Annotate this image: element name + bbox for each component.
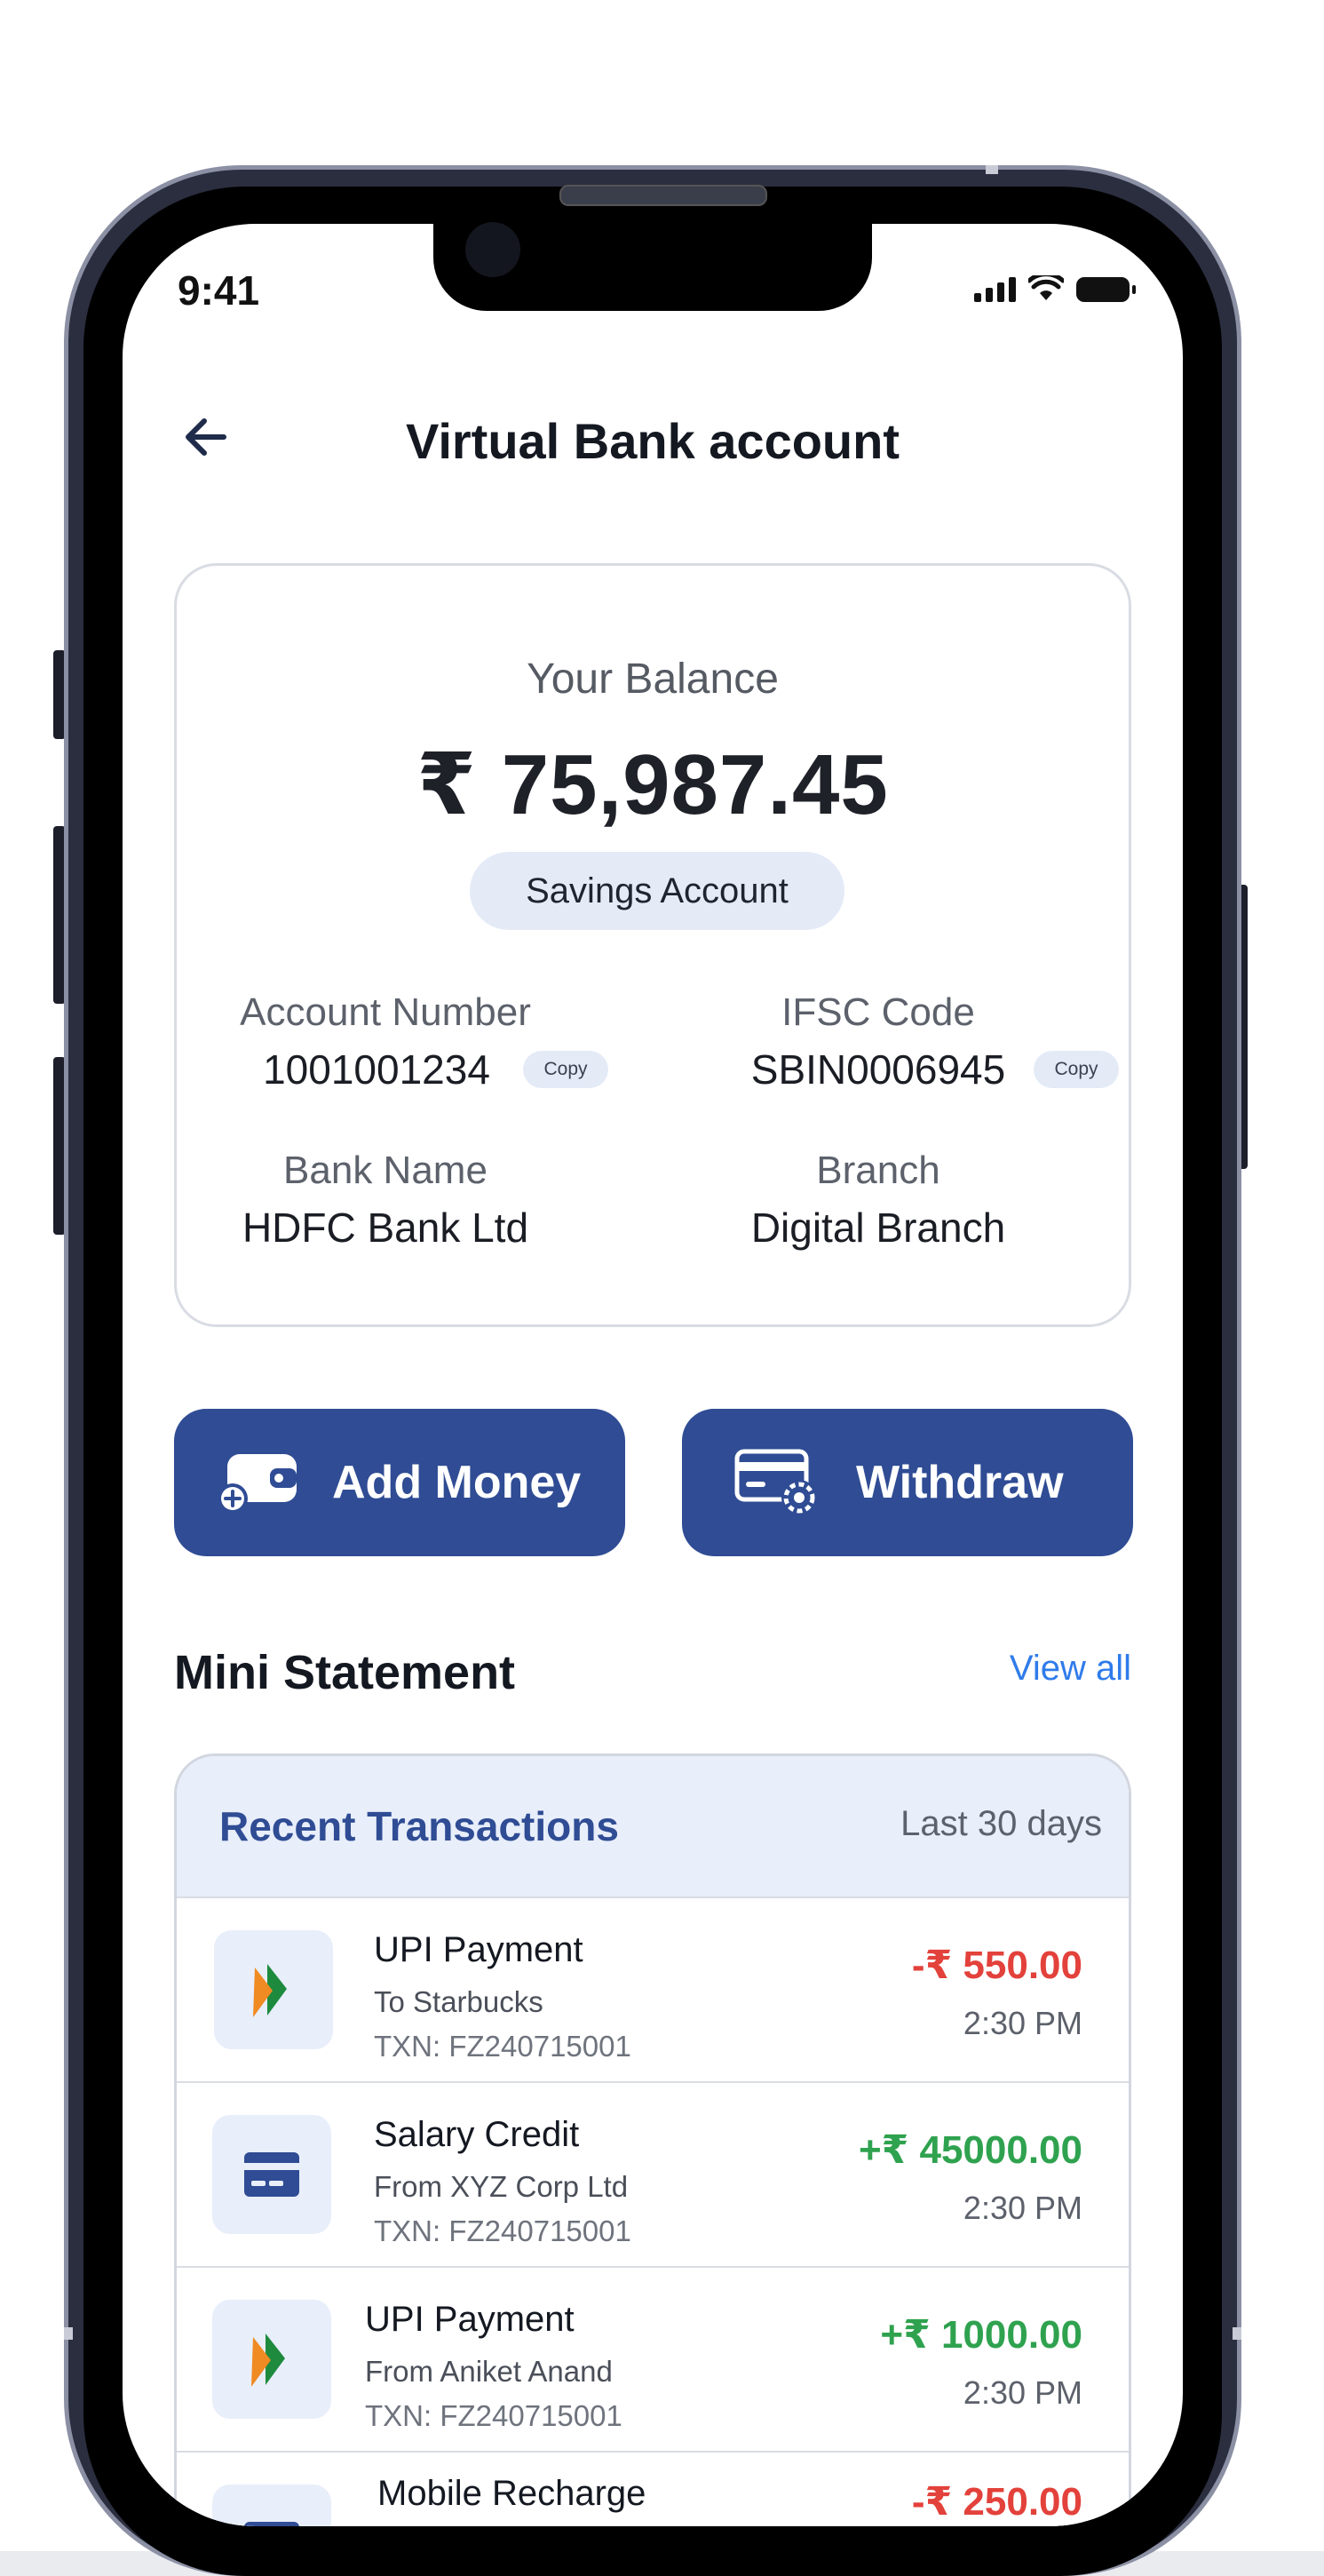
transaction-amount: -₹ 550.00 [911, 1944, 1082, 1987]
transaction-amount: +₹ 1000.00 [880, 2313, 1082, 2357]
add-money-button[interactable]: Add Money [174, 1409, 625, 1556]
antenna-band [64, 2327, 73, 2340]
wifi-icon [1028, 275, 1064, 300]
antenna-band [1233, 2327, 1241, 2340]
phone-screen: 9:41 Virtual Bank account Your Balance ₹… [123, 224, 1183, 2526]
earpiece-speaker [559, 185, 767, 206]
card-icon [212, 2485, 331, 2526]
transaction-ref: TXN: FZ240715001 [374, 2214, 631, 2247]
transaction-counterparty: From Aniket Anand [365, 2355, 613, 2388]
transaction-title: Mobile Recharge [377, 2474, 646, 2513]
transaction-row[interactable]: UPI Payment From Aniket Anand TXN: FZ240… [177, 2266, 1129, 2453]
cellular-signal-icon [974, 275, 1016, 302]
upi-icon [214, 1930, 333, 2049]
transactions-header: Recent Transactions Last 30 days [177, 1756, 1129, 1896]
transaction-row[interactable]: Salary Credit From XYZ Corp Ltd TXN: FZ2… [177, 2081, 1129, 2268]
card-withdraw-icon [734, 1449, 817, 1515]
transactions-panel: Recent Transactions Last 30 days UPI Pay… [174, 1753, 1131, 2526]
recent-transactions-title: Recent Transactions [219, 1803, 619, 1849]
balance-card: Your Balance ₹ 75,987.45 Savings Account… [174, 563, 1131, 1327]
branch-label: Branch [816, 1149, 940, 1192]
account-number-label: Account Number [240, 990, 531, 1034]
transaction-counterparty: From XYZ Corp Ltd [374, 2170, 629, 2203]
ifsc-value: SBIN0006945 [750, 1046, 1006, 1093]
mini-statement-title: Mini Statement [174, 1646, 516, 1699]
wallet-add-icon [218, 1454, 297, 1514]
transaction-amount: +₹ 45000.00 [858, 2128, 1082, 2172]
battery-icon [1076, 277, 1136, 302]
upi-icon [212, 2300, 331, 2419]
account-number-value: 1001001234 [263, 1046, 490, 1093]
copy-account-number-button[interactable]: Copy [523, 1051, 608, 1088]
transaction-ref: TXN: FZ240715001 [365, 2399, 622, 2432]
transaction-title: UPI Payment [374, 1930, 583, 1969]
ifsc-label: IFSC Code [781, 990, 975, 1034]
balance-label: Your Balance [527, 656, 779, 703]
transaction-time: 2:30 PM [963, 2190, 1082, 2226]
view-all-link[interactable]: View all [1010, 1649, 1131, 1689]
date-range-label: Last 30 days [900, 1804, 1102, 1843]
transaction-ref: TXN: FZ240715001 [374, 2030, 631, 2063]
withdraw-button[interactable]: Withdraw [682, 1409, 1133, 1556]
balance-amount: ₹ 75,987.45 [416, 737, 889, 832]
transaction-row[interactable]: Mobile Recharge -₹ 250.00 [177, 2451, 1129, 2526]
transaction-time: 2:30 PM [963, 2005, 1082, 2041]
status-time: 9:41 [178, 267, 260, 314]
transaction-row[interactable]: UPI Payment To Starbucks TXN: FZ24071500… [177, 1896, 1129, 2083]
transaction-time: 2:30 PM [963, 2374, 1082, 2411]
withdraw-label: Withdraw [856, 1457, 1064, 1508]
transaction-title: Salary Credit [374, 2115, 580, 2154]
antenna-band [986, 165, 998, 174]
status-icons [974, 275, 1136, 302]
branch-value: Digital Branch [750, 1205, 1006, 1251]
transaction-amount: -₹ 250.00 [911, 2480, 1082, 2524]
bank-name-value: HDFC Bank Ltd [242, 1205, 529, 1251]
transaction-counterparty: To Starbucks [374, 1985, 543, 2018]
copy-ifsc-button[interactable]: Copy [1034, 1051, 1119, 1088]
front-camera [465, 222, 520, 277]
add-money-label: Add Money [332, 1457, 582, 1508]
account-type-badge: Savings Account [470, 852, 844, 930]
bank-name-label: Bank Name [283, 1149, 488, 1192]
page-title: Virtual Bank account [405, 413, 900, 469]
transaction-title: UPI Payment [365, 2300, 575, 2339]
card-icon [212, 2115, 331, 2234]
